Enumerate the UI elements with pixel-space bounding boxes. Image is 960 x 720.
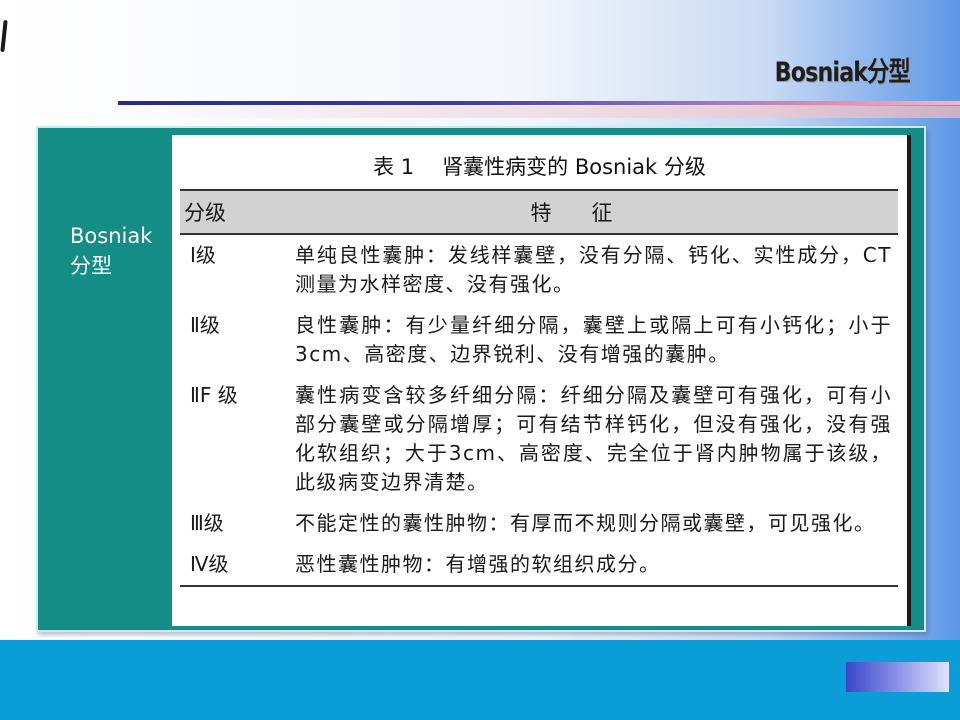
header-feature: 特征 — [285, 189, 898, 235]
table-row: ⅡF 级 囊性病变含较多纤细分隔：纤细分隔及囊壁可有强化，可有小部分囊壁或分隔增… — [180, 375, 898, 503]
slide-title: Bosniak分型 — [774, 57, 911, 88]
row-feature: 恶性囊性肿物：有增强的软组织成分。 — [285, 544, 898, 587]
row-grade: ⅡF 级 — [190, 383, 238, 407]
row-grade: Ⅱ级 — [190, 313, 220, 337]
row-feature: 不能定性的囊性肿物：有厚而不规则分隔或囊壁，可见强化。 — [295, 511, 876, 535]
footer-band — [0, 640, 960, 720]
row-grade: Ⅲ级 — [190, 511, 224, 535]
row-feature: 囊性病变含较多纤细分隔：纤细分隔及囊壁可有强化，可有小部分囊壁或分隔增厚；可有结… — [295, 383, 892, 494]
table-caption-text: 肾囊性病变的 Bosniak 分级 — [442, 155, 706, 179]
bosniak-table: 分级 特征 Ⅰ级 单纯良性囊肿：发线样囊壁，没有分隔、钙化、实性成分，CT测量为… — [180, 189, 898, 587]
table-row: Ⅲ级 不能定性的囊性肿物：有厚而不规则分隔或囊壁，可见强化。 — [180, 503, 898, 544]
corner-mark — [0, 19, 8, 53]
row-grade: Ⅳ级 — [180, 544, 285, 587]
table-caption: 表 1 肾囊性病变的 Bosniak 分级 — [172, 151, 907, 181]
header-grade: 分级 — [180, 189, 285, 235]
table-row: Ⅰ级 单纯良性囊肿：发线样囊壁，没有分隔、钙化、实性成分，CT测量为水样密度、没… — [180, 234, 898, 305]
table-caption-number: 表 1 — [373, 155, 415, 179]
row-grade: Ⅰ级 — [190, 243, 216, 267]
footer-logo-block — [846, 662, 949, 692]
row-feature: 良性囊肿：有少量纤细分隔，囊壁上或隔上可有小钙化；小于3cm、高密度、边界锐利、… — [295, 313, 892, 366]
table-header-row: 分级 特征 — [180, 189, 898, 235]
side-label: Bosniak 分型 — [70, 224, 153, 278]
table-row: Ⅳ级 恶性囊性肿物：有增强的软组织成分。 — [180, 544, 898, 587]
title-rule — [118, 101, 960, 105]
table-card: 表 1 肾囊性病变的 Bosniak 分级 分级 特征 Ⅰ级 单纯良性囊肿：发线样… — [172, 135, 911, 626]
title-rule-shadow — [118, 106, 960, 118]
table-row: Ⅱ级 良性囊肿：有少量纤细分隔，囊壁上或隔上可有小钙化；小于3cm、高密度、边界… — [180, 305, 898, 375]
row-feature: 单纯良性囊肿：发线样囊壁，没有分隔、钙化、实性成分，CT测量为水样密度、没有强化… — [295, 243, 892, 296]
